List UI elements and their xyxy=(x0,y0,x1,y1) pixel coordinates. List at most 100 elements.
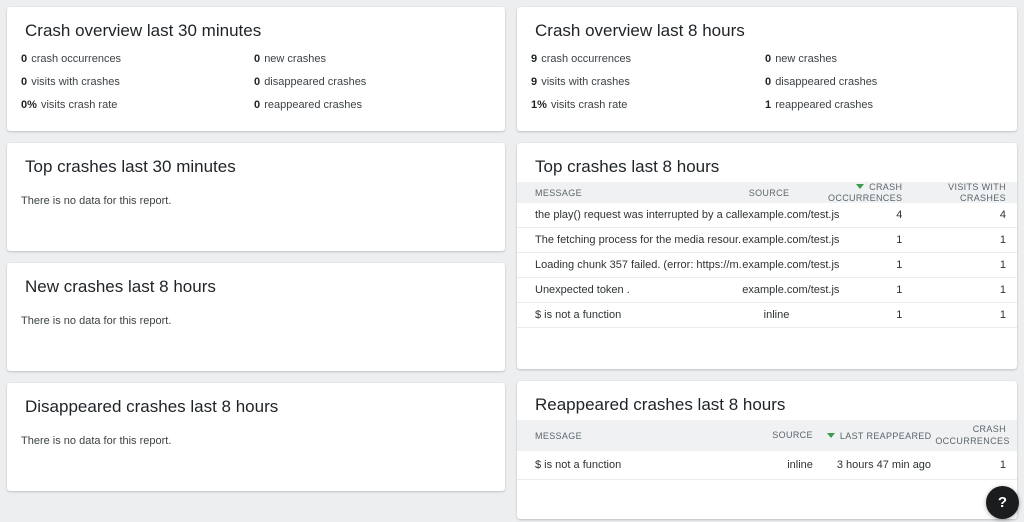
cell-source: inline xyxy=(742,309,789,321)
cell-crash-occurrences: 1 xyxy=(789,284,902,296)
stat-new-crashes: 0 new crashes xyxy=(254,48,487,71)
cell-source: example.com/test.js xyxy=(742,234,789,246)
card-title: New crashes last 8 hours xyxy=(7,263,505,298)
column-header-message[interactable]: MESSAGE xyxy=(535,431,756,441)
card-title: Top crashes last 30 minutes xyxy=(7,143,505,178)
card-crash-overview-30m: Crash overview last 30 minutes 0 crash o… xyxy=(7,7,505,131)
stat-label: reappeared crashes xyxy=(775,99,873,111)
stat-disappeared-crashes: 0 disappeared crashes xyxy=(254,71,487,94)
stat-reappeared-crashes: 0 reappeared crashes xyxy=(254,94,487,117)
cell-crash-occurrences: 1 xyxy=(789,259,902,271)
stat-label: disappeared crashes xyxy=(264,76,366,88)
stat-label: visits with crashes xyxy=(541,76,630,88)
stat-crash-occurrences: 9 crash occurrences xyxy=(531,48,765,71)
stat-value: 9 xyxy=(531,76,537,88)
cell-visits-with-crashes: 1 xyxy=(902,234,1006,246)
stat-label: new crashes xyxy=(264,53,326,65)
stat-label: visits crash rate xyxy=(551,99,627,111)
card-title: Crash overview last 8 hours xyxy=(517,7,1017,42)
cell-visits-with-crashes: 1 xyxy=(902,259,1006,271)
stat-reappeared-crashes: 1 reappeared crashes xyxy=(765,94,999,117)
dashboard-column-right: Crash overview last 8 hours 9 crash occu… xyxy=(517,7,1017,519)
column-header-crash-occurrences[interactable]: CRASH OCCURRENCES xyxy=(935,424,1006,447)
column-header-crash-occurrences[interactable]: CRASH OCCURRENCES xyxy=(789,182,902,205)
stat-value: 0 xyxy=(254,53,260,65)
crash-dashboard: Crash overview last 30 minutes 0 crash o… xyxy=(0,0,1024,522)
overview-stats: 0 crash occurrences 0 new crashes 0 visi… xyxy=(7,48,505,117)
table-header-row: MESSAGE SOURCE LAST REAPPEARED CRASH OCC… xyxy=(517,420,1017,451)
stat-value: 0 xyxy=(21,53,27,65)
card-disappeared-crashes-8h: Disappeared crashes last 8 hours There i… xyxy=(7,383,505,491)
stat-label: visits with crashes xyxy=(31,76,120,88)
stat-new-crashes: 0 new crashes xyxy=(765,48,999,71)
stat-value: 0 xyxy=(21,76,27,88)
stat-crash-occurrences: 0 crash occurrences xyxy=(21,48,254,71)
no-data-message: There is no data for this report. xyxy=(7,298,505,327)
stat-visits-with-crashes: 9 visits with crashes xyxy=(531,71,765,94)
card-new-crashes-8h: New crashes last 8 hours There is no dat… xyxy=(7,263,505,371)
stat-value: 9 xyxy=(531,53,537,65)
stat-value: 0% xyxy=(21,99,37,111)
stat-visits-crash-rate: 0% visits crash rate xyxy=(21,94,254,117)
cell-visits-with-crashes: 4 xyxy=(902,209,1006,221)
cell-crash-occurrences: 1 xyxy=(935,459,1006,471)
card-reappeared-crashes-8h: Reappeared crashes last 8 hours MESSAGE … xyxy=(517,381,1017,519)
card-title: Top crashes last 8 hours xyxy=(517,143,1017,178)
column-header-visits-with-crashes[interactable]: VISITS WITH CRASHES xyxy=(902,182,1006,205)
stat-label: disappeared crashes xyxy=(775,76,877,88)
column-header-last-reappeared[interactable]: LAST REAPPEARED xyxy=(813,431,935,441)
stat-visits-with-crashes: 0 visits with crashes xyxy=(21,71,254,94)
help-button[interactable]: ? xyxy=(986,486,1019,519)
table-row[interactable]: $ is not a function inline 1 1 xyxy=(517,303,1017,328)
table-row[interactable]: The fetching process for the media resou… xyxy=(517,228,1017,253)
cell-message: $ is not a function xyxy=(535,459,756,471)
stat-label: crash occurrences xyxy=(541,53,631,65)
stat-value: 0 xyxy=(254,99,260,111)
stat-label: reappeared crashes xyxy=(264,99,362,111)
card-title: Disappeared crashes last 8 hours xyxy=(7,383,505,418)
table-row[interactable]: Unexpected token . example.com/test.js 1… xyxy=(517,278,1017,303)
card-top-crashes-8h: Top crashes last 8 hours MESSAGE SOURCE … xyxy=(517,143,1017,369)
cell-crash-occurrences: 1 xyxy=(789,309,902,321)
cell-message: Loading chunk 357 failed. (error: https:… xyxy=(535,259,742,271)
column-header-source[interactable]: SOURCE xyxy=(756,430,813,441)
table-row[interactable]: the play() request was interrupted by a … xyxy=(517,203,1017,228)
cell-message: the play() request was interrupted by a … xyxy=(535,209,742,221)
cell-message: Unexpected token . xyxy=(535,284,742,296)
dashboard-column-left: Crash overview last 30 minutes 0 crash o… xyxy=(7,7,505,491)
card-top-crashes-30m: Top crashes last 30 minutes There is no … xyxy=(7,143,505,251)
stat-disappeared-crashes: 0 disappeared crashes xyxy=(765,71,999,94)
stat-value: 0 xyxy=(765,76,771,88)
cell-visits-with-crashes: 1 xyxy=(902,284,1006,296)
table-header-row: MESSAGE SOURCE CRASH OCCURRENCES VISITS … xyxy=(517,182,1017,203)
cell-source: inline xyxy=(756,459,813,471)
cell-last-reappeared: 3 hours 47 min ago xyxy=(813,459,935,471)
no-data-message: There is no data for this report. xyxy=(7,418,505,447)
sort-desc-icon xyxy=(856,184,864,189)
stat-visits-crash-rate: 1% visits crash rate xyxy=(531,94,765,117)
stat-label: new crashes xyxy=(775,53,837,65)
cell-message: $ is not a function xyxy=(535,309,742,321)
sort-desc-icon xyxy=(827,433,835,438)
cell-crash-occurrences: 1 xyxy=(789,234,902,246)
stat-label: visits crash rate xyxy=(41,99,117,111)
column-header-source[interactable]: SOURCE xyxy=(742,188,789,199)
card-title: Crash overview last 30 minutes xyxy=(7,7,505,42)
overview-stats: 9 crash occurrences 0 new crashes 9 visi… xyxy=(517,48,1017,117)
cell-crash-occurrences: 4 xyxy=(789,209,902,221)
card-crash-overview-8h: Crash overview last 8 hours 9 crash occu… xyxy=(517,7,1017,131)
cell-source: example.com/test.js xyxy=(742,284,789,296)
stat-value: 0 xyxy=(254,76,260,88)
stat-value: 1% xyxy=(531,99,547,111)
card-title: Reappeared crashes last 8 hours xyxy=(517,381,1017,416)
cell-source: example.com/test.js xyxy=(742,259,789,271)
table-row[interactable]: Loading chunk 357 failed. (error: https:… xyxy=(517,253,1017,278)
stat-label: crash occurrences xyxy=(31,53,121,65)
cell-visits-with-crashes: 1 xyxy=(902,309,1006,321)
stat-value: 0 xyxy=(765,53,771,65)
table-row[interactable]: $ is not a function inline 3 hours 47 mi… xyxy=(517,451,1017,480)
cell-source: example.com/test.js xyxy=(742,209,789,221)
stat-value: 1 xyxy=(765,99,771,111)
no-data-message: There is no data for this report. xyxy=(7,178,505,207)
column-header-message[interactable]: MESSAGE xyxy=(535,188,742,198)
